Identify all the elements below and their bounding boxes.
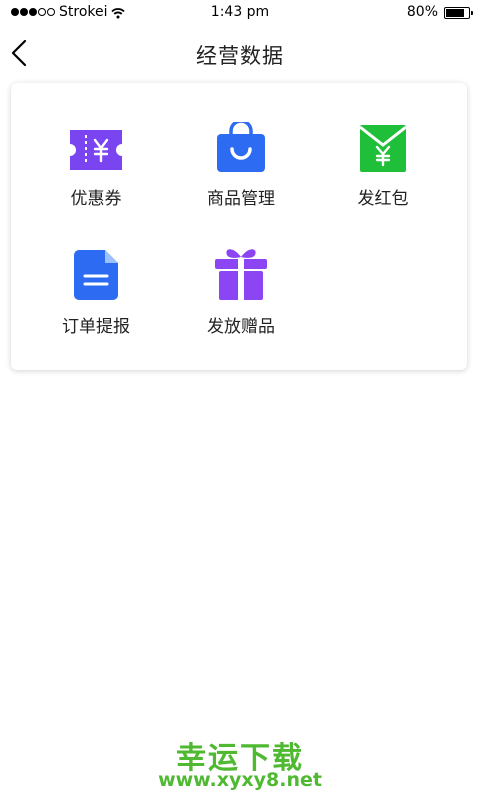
- watermark-url: www.xyxy8.net: [158, 769, 322, 791]
- menu-item-coupon[interactable]: 优惠券: [36, 128, 156, 209]
- menu-item-order-report[interactable]: 订单提报: [36, 250, 156, 337]
- status-bar: Strokei 1:43 pm 80%: [0, 0, 480, 26]
- battery-percentage: 80%: [406, 4, 438, 20]
- battery-icon: [444, 7, 470, 19]
- red-envelope-icon: [360, 125, 406, 172]
- gift-icon: [215, 249, 267, 300]
- menu-item-product-management[interactable]: 商品管理: [181, 122, 301, 209]
- menu-item-red-envelope[interactable]: 发红包: [323, 125, 443, 209]
- menu-item-label: 商品管理: [207, 189, 275, 209]
- shopping-bag-icon: [217, 122, 265, 172]
- menu-item-label: 优惠券: [70, 189, 122, 209]
- page-title: 经营数据: [196, 44, 284, 68]
- menu-item-label: 发放赠品: [207, 317, 275, 337]
- menu-item-gift[interactable]: 发放赠品: [181, 246, 301, 337]
- coupon-icon: [70, 130, 122, 170]
- menu-item-label: 订单提报: [62, 317, 130, 337]
- menu-item-label: 发红包: [357, 189, 409, 209]
- document-icon: [74, 250, 118, 300]
- navigation-bar: 经营数据: [0, 26, 480, 82]
- menu-card: 优惠券 商品管理 发红包 订单提报 发放赠品: [11, 83, 467, 370]
- battery-tip: [471, 11, 473, 15]
